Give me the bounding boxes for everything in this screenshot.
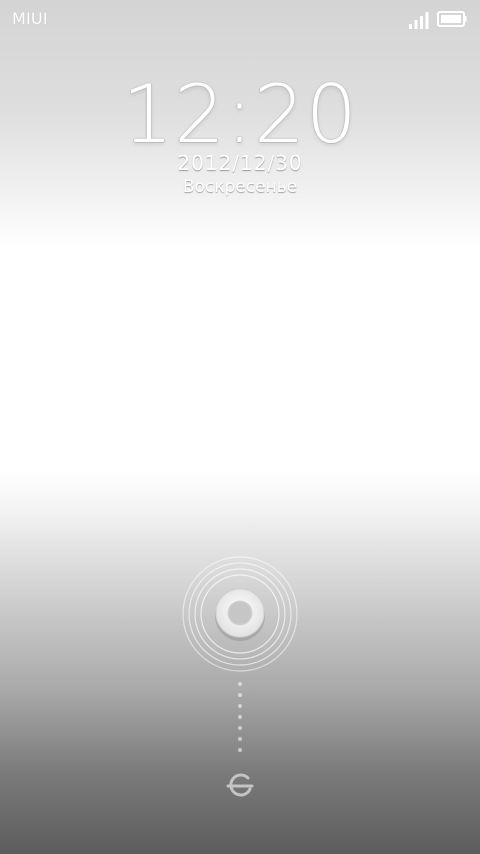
clock-weekday: Воскресенье <box>182 177 298 197</box>
unlock-ring-handle[interactable] <box>180 554 300 674</box>
slide-track-dots <box>238 682 242 752</box>
signal-bars-icon <box>409 12 429 29</box>
unlock-target-icon[interactable] <box>222 768 258 804</box>
carrier-label: MIUI <box>12 9 48 28</box>
battery-full-icon <box>437 11 467 27</box>
clock-time: 12:20 <box>122 68 358 161</box>
clock-date: 2012/12/30 <box>177 151 303 175</box>
status-bar: MIUI <box>0 0 480 38</box>
lock-screen: MIUI 12:20 2012/12/30 Воскресенье <box>0 0 480 854</box>
ring-icon <box>215 588 265 638</box>
